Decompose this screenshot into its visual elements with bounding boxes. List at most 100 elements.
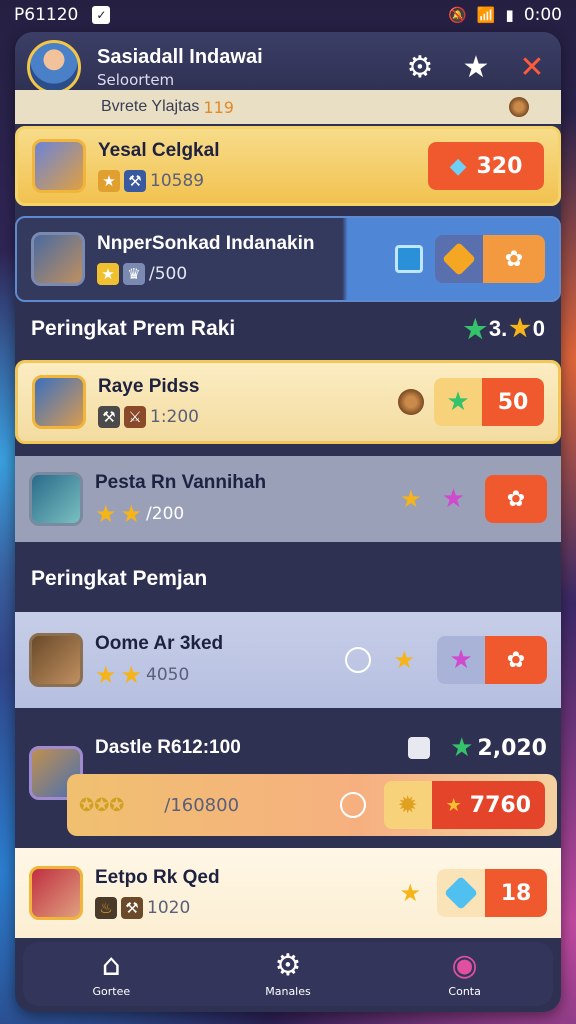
header-title: Sasiadall Indawai	[97, 45, 263, 68]
item-name: Pesta Rn Vannihah	[95, 472, 267, 493]
item-name: NnperSonkad Indanakin	[97, 233, 315, 254]
gift-icon: ✿	[485, 475, 547, 523]
tab-label: Conta	[448, 984, 481, 998]
item-value: /500	[149, 264, 188, 284]
gold-star-icon: ★	[95, 661, 117, 689]
home-icon: ⌂	[101, 947, 121, 983]
tab-settings[interactable]: ⚙ Manales	[228, 947, 348, 998]
gold-star-icon: ★	[120, 500, 143, 528]
purple-star-wrap: ★	[437, 636, 485, 684]
green-star-icon: ★	[450, 733, 474, 763]
item-value: 4050	[146, 665, 190, 685]
section-title: Peringkat Pemjan	[31, 567, 208, 590]
tab-home[interactable]: ⌂ Gortee	[51, 947, 171, 998]
purple-star-icon: ★	[449, 645, 473, 675]
action-pill[interactable]: ✿	[435, 235, 545, 283]
status-left-text: P61120	[14, 5, 79, 25]
mute-icon: 🔕	[448, 6, 467, 24]
favorite-icon[interactable]: ★	[459, 50, 493, 85]
reward-tray: ✪✪✪ /160800 ✹ ★ 7760	[67, 774, 557, 836]
partial-row-value: 119	[203, 97, 234, 117]
sword-icon: ⚔	[124, 406, 146, 428]
section-value: 3.	[488, 316, 508, 341]
list-item[interactable]: Pesta Rn Vannihah ★ ★ /200 ★ ★ ✿	[15, 456, 561, 542]
list-item[interactable]: Oome Ar 3ked ★ ★ 4050 ★ ★ ✿	[15, 612, 561, 708]
green-star-icon: ★	[446, 387, 470, 417]
green-star-wrap: ★	[434, 378, 482, 426]
gold-star-icon: ★	[95, 500, 117, 528]
gift-icon: ✿	[483, 235, 545, 283]
reward-amount: 18	[485, 869, 547, 917]
reward-pill[interactable]: 18	[437, 869, 547, 917]
status-time: 0:00	[523, 5, 562, 25]
tab-conta[interactable]: ◉ Conta	[405, 947, 525, 998]
item-avatar	[29, 633, 83, 687]
item-name: Dastle R612:100	[95, 737, 241, 758]
list-item[interactable]: NnperSonkad Indanakin ★ ♛ /500 ✿	[15, 216, 561, 302]
reward-pill[interactable]: ◆ 320	[428, 142, 544, 190]
badge-icon: ★	[97, 263, 119, 285]
coins-icon: ✪✪✪	[79, 794, 125, 816]
section-header: Peringkat Prem Raki ★ 3. ★ 0	[15, 304, 561, 354]
coin-icon	[398, 389, 424, 415]
settings-icon[interactable]: ⚙	[403, 50, 437, 85]
list-item[interactable]: Raye Pidss ⚒ ⚔ 1:200 ★ 50	[15, 360, 561, 444]
item-value: 10589	[150, 171, 205, 191]
item-value: 1:200	[150, 407, 199, 427]
gem-icon	[442, 242, 476, 276]
item-avatar	[32, 375, 86, 429]
item-value: 1020	[147, 898, 191, 918]
bottom-tab-bar: ⌂ Gortee ⚙ Manales ◉ Conta	[23, 942, 553, 1006]
item-name: Raye Pidss	[98, 376, 200, 397]
item-avatar	[29, 866, 83, 920]
header-subtitle: Seloortem	[97, 70, 175, 89]
section-title: Peringkat Prem Raki	[31, 317, 236, 340]
reward-amount: 7760	[469, 792, 531, 818]
partial-row-text: Bvrete Ylajtas	[101, 98, 200, 115]
gem-icon: ◉	[451, 947, 478, 983]
hammer-icon: ⚒	[98, 406, 120, 428]
action-pill[interactable]: ★ ✿	[437, 636, 547, 684]
reward-pill[interactable]: ✹ ★ 7760	[383, 781, 545, 829]
player-avatar[interactable]	[27, 40, 81, 94]
list-item[interactable]: Yesal Celgkal ★ ⚒ 10589 ◆ 320	[15, 126, 561, 206]
chat-icon[interactable]	[395, 245, 423, 273]
gold-star-icon: ★	[400, 485, 422, 513]
partial-row: Bvrete Ylajtas 119	[15, 90, 561, 124]
leaderboard-panel: Sasiadall Indawai Seloortem ⚙ ★ ✕ Bvrete…	[15, 32, 561, 1012]
settings-icon: ⚙	[274, 947, 302, 983]
item-avatar	[32, 139, 86, 193]
row-value: 2,020	[477, 735, 547, 761]
coin-icon	[509, 97, 529, 117]
section-header: Peringkat Pemjan	[15, 554, 561, 604]
blue-gem-wrap	[437, 869, 485, 917]
gold-star-icon: ★	[399, 879, 421, 907]
cube-icon	[408, 737, 431, 759]
tray-value: /160800	[164, 794, 240, 816]
info-icon[interactable]	[339, 792, 366, 818]
section-value-2: 0	[532, 316, 545, 341]
reward-amount: 320	[476, 153, 523, 179]
reward-pill[interactable]: ★ 50	[434, 378, 544, 426]
tool-icon: ⚒	[124, 170, 146, 192]
list-item[interactable]: Dastle R612:100 ★ 2,020	[15, 718, 561, 800]
gold-star-icon: ★	[120, 661, 143, 689]
gold-star-icon: ★	[393, 646, 415, 674]
item-avatar	[31, 232, 85, 286]
fire-icon: ♨	[95, 897, 117, 919]
crown-icon: ♛	[123, 263, 145, 285]
tool-icon: ⚒	[121, 897, 143, 919]
close-icon[interactable]: ✕	[515, 50, 549, 85]
list-item[interactable]: Eetpo Rk Qed ♨ ⚒ 1020 ★ 18	[15, 848, 561, 938]
sun-icon: ✹	[383, 781, 432, 829]
item-avatar	[29, 472, 83, 526]
diamond-icon: ◆	[449, 153, 467, 179]
blue-gem-icon	[444, 876, 478, 910]
info-icon[interactable]	[345, 647, 372, 673]
item-name: Eetpo Rk Qed	[95, 867, 220, 888]
gift-icon: ✿	[485, 636, 547, 684]
item-name: Oome Ar 3ked	[95, 633, 224, 654]
item-value: /200	[146, 504, 185, 524]
item-name: Yesal Celgkal	[98, 140, 220, 161]
action-pill[interactable]: ✿	[485, 475, 547, 523]
